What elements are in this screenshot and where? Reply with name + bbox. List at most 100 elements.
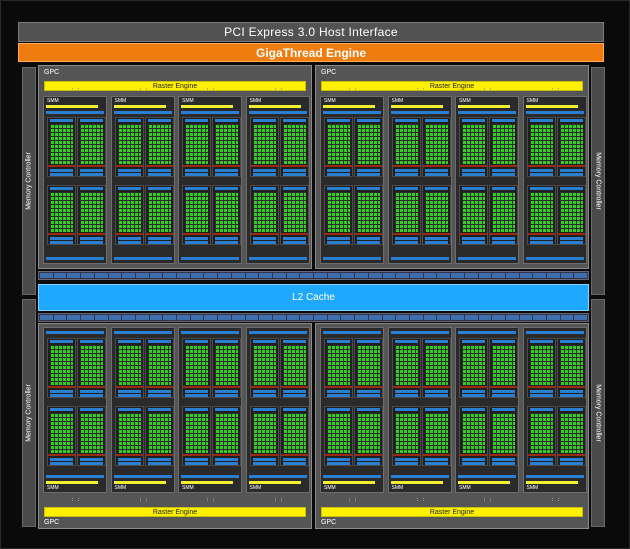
ld-st-sfu-strip [355, 233, 382, 235]
texture-strip [252, 390, 276, 393]
register-file-strip [117, 119, 141, 122]
crossbar-segment [437, 273, 451, 278]
ld-st-sfu-strip [250, 233, 278, 235]
core-block [421, 185, 451, 245]
crossbar-segment [149, 273, 163, 278]
instruction-buffer [390, 111, 449, 114]
texture-strip [282, 237, 306, 240]
crossbar-segment [300, 273, 314, 278]
cuda-core-array [492, 124, 515, 164]
ld-st-sfu-strip [183, 454, 210, 456]
register-file-strip [357, 340, 380, 343]
core-block [556, 117, 586, 177]
instruction-buffer [458, 475, 516, 478]
cuda-core-array [147, 345, 171, 385]
texture-strip [117, 241, 141, 244]
register-file-strip [282, 187, 306, 190]
crossbar-segment [190, 273, 204, 278]
l2-cache: L2 Cache [38, 284, 589, 311]
texture-strip [394, 241, 418, 244]
ld-st-sfu-strip [115, 386, 143, 388]
core-block [556, 338, 586, 398]
texture-strip [80, 394, 103, 397]
cuda-core-array [117, 413, 141, 453]
core-block [324, 185, 353, 245]
crossbar-segment [368, 273, 382, 278]
smm: SMM [522, 88, 587, 264]
ld-st-sfu-strip [392, 165, 420, 167]
crossbar-segment [231, 273, 245, 278]
gpc-label: GPC [321, 69, 337, 76]
texture-strip [394, 390, 418, 393]
instruction-cache [113, 481, 166, 484]
texture-strip [357, 237, 380, 240]
texture-strip [462, 241, 485, 244]
texture-strip [80, 169, 103, 172]
cuda-core-array [147, 124, 171, 164]
texture-strip [185, 237, 208, 240]
crossbar-top [38, 271, 589, 280]
cuda-core-array [80, 124, 103, 164]
texture-strip [117, 173, 141, 176]
texture-strip [117, 462, 141, 465]
instruction-cache [113, 105, 166, 108]
texture-strip [559, 173, 583, 176]
register-file-strip [185, 119, 208, 122]
texture-strip [327, 462, 350, 465]
crossbar-segment [560, 273, 574, 278]
ld-st-sfu-strip [250, 386, 278, 388]
core-block [114, 117, 144, 177]
crossbar-segment [135, 273, 149, 278]
core-block [354, 117, 383, 177]
register-file-strip [147, 187, 171, 190]
cuda-core-array [252, 413, 276, 453]
polymorph-engine-dots [72, 88, 79, 91]
texture-strip [282, 241, 306, 244]
register-file-strip [492, 187, 515, 190]
ld-st-sfu-strip [325, 165, 352, 167]
texture-strip [147, 237, 171, 240]
register-file-strip [80, 187, 103, 190]
ld-st-sfu-strip [115, 165, 143, 167]
instruction-cache [248, 481, 301, 484]
texture-strip [215, 169, 238, 172]
texture-strip [462, 169, 485, 172]
core-block [421, 406, 451, 466]
crossbar-segment [382, 315, 396, 320]
ld-st-sfu-strip [115, 233, 143, 235]
core-block [47, 338, 76, 398]
ld-st-sfu-strip [557, 165, 585, 167]
texture-strip [50, 390, 73, 393]
smm: SMM [245, 327, 310, 501]
tex-unit-row [248, 257, 307, 260]
core-block [324, 406, 353, 466]
texture-strip [50, 462, 73, 465]
instruction-cache [181, 105, 233, 108]
instruction-buffer [458, 111, 516, 114]
ld-st-sfu-strip [78, 165, 105, 167]
register-file-strip [50, 408, 73, 411]
instruction-cache [181, 481, 233, 484]
core-block [459, 185, 488, 245]
core-block [182, 406, 211, 466]
texture-strip [50, 169, 73, 172]
cuda-core-array [394, 345, 418, 385]
crossbar-segment [341, 273, 355, 278]
cuda-core-array [50, 192, 73, 232]
texture-strip [327, 458, 350, 461]
core-block [556, 406, 586, 466]
register-file-strip [357, 119, 380, 122]
texture-strip [215, 462, 238, 465]
crossbar-segment [204, 315, 218, 320]
ld-st-sfu-strip [325, 386, 352, 388]
cuda-core-array [529, 413, 553, 453]
crossbar-segment [300, 315, 314, 320]
texture-strip [492, 237, 515, 240]
ld-st-sfu-strip [490, 386, 517, 388]
ld-st-sfu-strip [460, 165, 487, 167]
smm-label: SMM [526, 98, 539, 104]
instruction-buffer [525, 475, 584, 478]
cuda-core-array [462, 124, 485, 164]
cuda-core-array [80, 413, 103, 453]
register-file-strip [50, 340, 73, 343]
